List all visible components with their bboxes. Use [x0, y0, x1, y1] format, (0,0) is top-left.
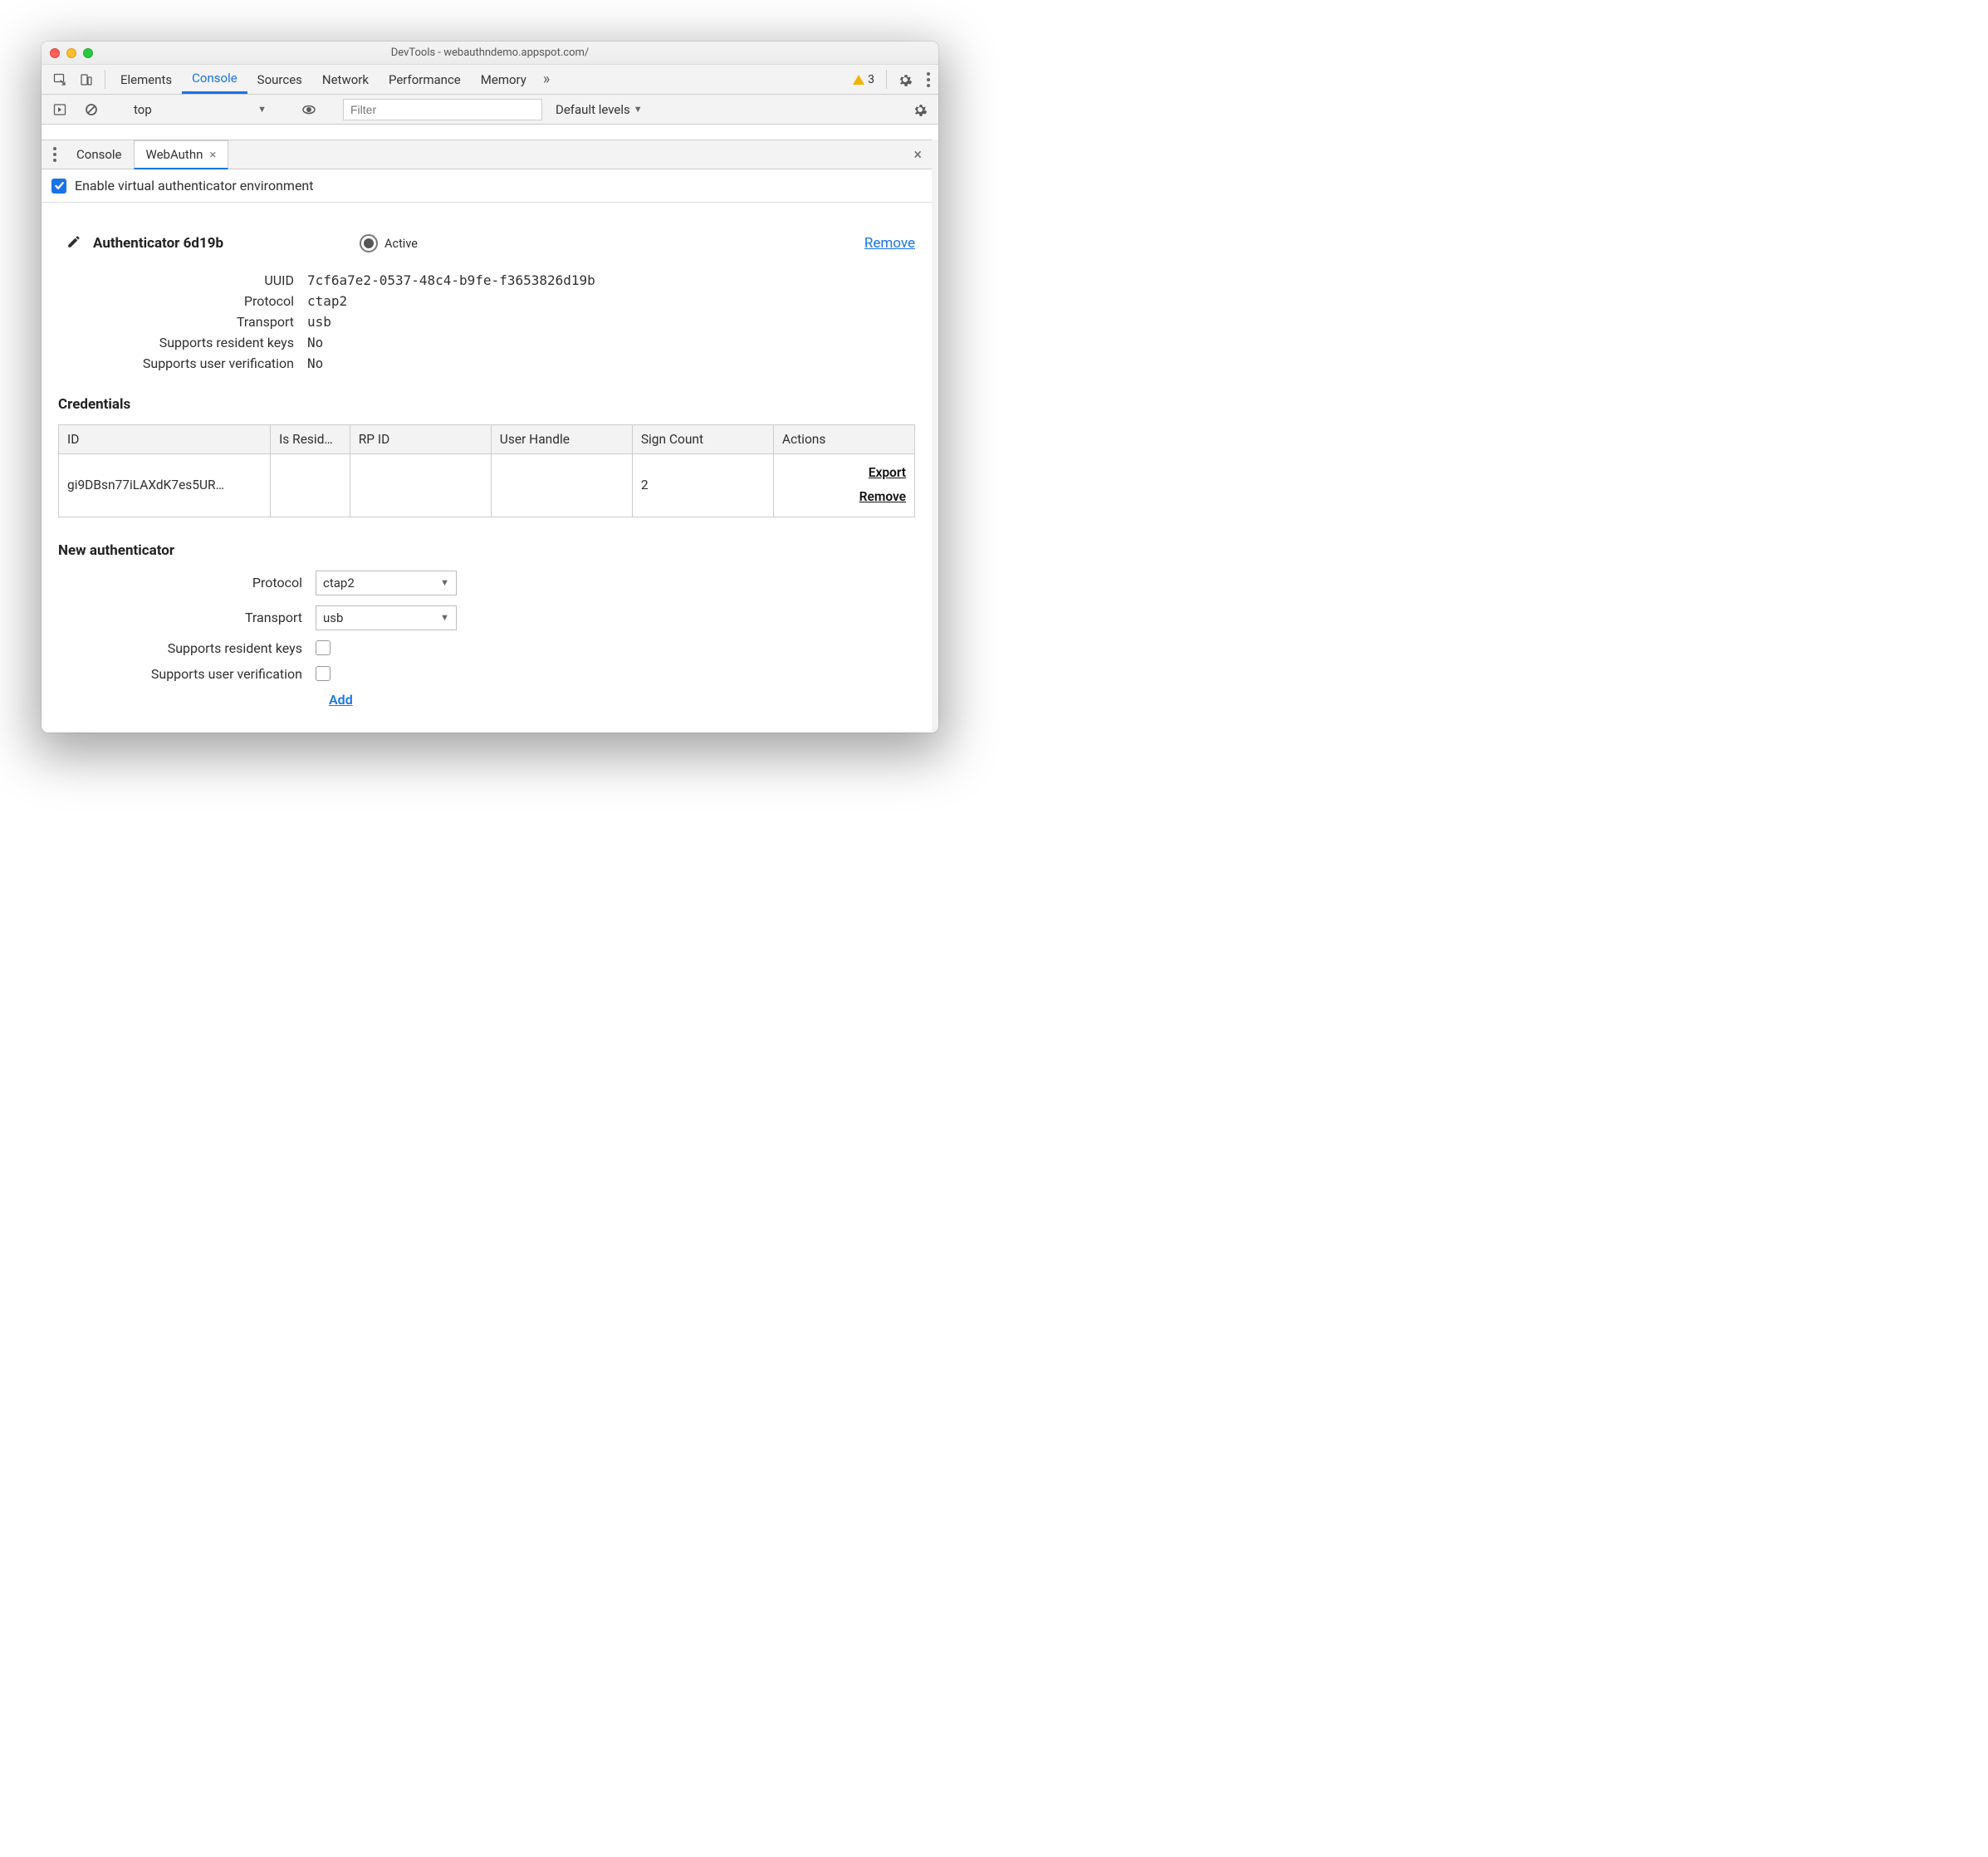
credentials-heading: Credentials: [58, 396, 915, 413]
authenticator-name: Authenticator 6d19b: [93, 235, 223, 252]
close-tab-icon[interactable]: ×: [209, 147, 216, 162]
main-tabs: Elements Console Sources Network Perform…: [42, 65, 938, 95]
context-select[interactable]: top ▼: [125, 100, 275, 119]
cred-actions: Export Remove: [773, 454, 914, 517]
protocol-value: ctap2: [307, 293, 347, 309]
device-toolbar-icon[interactable]: [73, 65, 100, 94]
cred-sign-count: 2: [632, 454, 773, 517]
titlebar: DevTools - webauthndemo.appspot.com/: [42, 42, 938, 65]
live-expression-icon[interactable]: [296, 103, 322, 116]
new-srk-label: Supports resident keys: [58, 640, 316, 656]
radio-icon: [360, 234, 378, 252]
new-transport-select[interactable]: usb ▼: [316, 605, 457, 630]
console-toolbar: top ▼ Default levels ▼: [42, 95, 938, 125]
cred-id: gi9DBsn77iLAXdK7es5UR…: [59, 454, 271, 517]
suv-value: No: [307, 355, 323, 371]
drawer-menu-icon[interactable]: [45, 140, 65, 169]
new-srk-checkbox[interactable]: [316, 640, 331, 655]
warning-count: 3: [868, 73, 874, 86]
warning-icon: [853, 75, 864, 85]
sidebar-toggle-icon[interactable]: [47, 103, 73, 116]
uuid-label: UUID: [58, 272, 307, 288]
srk-value: No: [307, 335, 323, 350]
new-suv-label: Supports user verification: [58, 666, 316, 682]
clear-console-icon[interactable]: [78, 103, 105, 116]
th-is-resident[interactable]: Is Resid…: [271, 425, 350, 454]
cred-user-handle: [491, 454, 632, 517]
authenticator-header: Authenticator 6d19b Active Remove: [66, 234, 915, 252]
minimize-window-button[interactable]: [66, 48, 76, 58]
tab-network[interactable]: Network: [312, 65, 379, 94]
transport-label: Transport: [58, 314, 307, 330]
edit-icon[interactable]: [66, 234, 81, 252]
drawer-tab-webauthn[interactable]: WebAuthn ×: [134, 140, 229, 169]
window-title: DevTools - webauthndemo.appspot.com/: [42, 47, 938, 59]
close-window-button[interactable]: [50, 48, 60, 58]
enable-label: Enable virtual authenticator environment: [75, 178, 314, 194]
filter-input[interactable]: [343, 99, 542, 120]
new-suv-checkbox[interactable]: [316, 666, 331, 681]
webauthn-panel: Authenticator 6d19b Active Remove UUID7c…: [42, 203, 932, 733]
drawer-tab-console[interactable]: Console: [65, 140, 134, 169]
settings-icon[interactable]: [892, 65, 918, 94]
active-label: Active: [384, 237, 418, 251]
inspect-element-icon[interactable]: [47, 65, 73, 94]
tab-elements[interactable]: Elements: [110, 65, 182, 94]
more-tabs-icon[interactable]: »: [536, 65, 556, 94]
transport-value: usb: [307, 314, 331, 330]
chevron-down-icon: ▼: [440, 577, 449, 588]
new-protocol-select[interactable]: ctap2 ▼: [316, 571, 457, 595]
log-levels-select[interactable]: Default levels ▼: [547, 102, 651, 117]
chevron-down-icon: ▼: [634, 104, 643, 115]
drawer-tabs: Console WebAuthn × ×: [42, 140, 932, 169]
credentials-table: ID Is Resid… RP ID User Handle Sign Coun…: [58, 424, 915, 517]
enable-checkbox[interactable]: [51, 179, 66, 194]
new-protocol-value: ctap2: [323, 576, 355, 590]
credential-row: gi9DBsn77iLAXdK7es5UR… 2 Export Remove: [59, 454, 915, 517]
remove-authenticator-link[interactable]: Remove: [864, 235, 915, 252]
suv-label: Supports user verification: [58, 355, 307, 371]
close-drawer-icon[interactable]: ×: [903, 140, 932, 169]
th-id[interactable]: ID: [59, 425, 271, 454]
enable-virtual-authenticator-row: Enable virtual authenticator environment: [42, 169, 932, 203]
traffic-lights: [50, 48, 93, 58]
srk-label: Supports resident keys: [58, 335, 307, 350]
active-radio[interactable]: Active: [360, 234, 418, 252]
tab-performance[interactable]: Performance: [379, 65, 471, 94]
th-user-handle[interactable]: User Handle: [491, 425, 632, 454]
cred-rp-id: [350, 454, 491, 517]
chevron-down-icon: ▼: [440, 612, 449, 623]
add-authenticator-link[interactable]: Add: [329, 692, 353, 708]
new-authenticator-heading: New authenticator: [58, 542, 915, 559]
th-actions: Actions: [773, 425, 914, 454]
export-credential-link[interactable]: Export: [782, 461, 906, 485]
warnings-badge[interactable]: 3: [846, 65, 881, 94]
chevron-down-icon: ▼: [257, 104, 267, 115]
tab-sources[interactable]: Sources: [247, 65, 312, 94]
tab-memory[interactable]: Memory: [471, 65, 536, 94]
cred-is-resident: [271, 454, 350, 517]
remove-credential-link[interactable]: Remove: [782, 485, 906, 509]
new-protocol-label: Protocol: [58, 575, 316, 590]
th-rp-id[interactable]: RP ID: [350, 425, 491, 454]
new-transport-value: usb: [323, 610, 343, 625]
customize-menu-icon[interactable]: [918, 65, 938, 94]
console-settings-icon[interactable]: [907, 103, 933, 116]
tab-console[interactable]: Console: [182, 65, 247, 94]
new-transport-label: Transport: [58, 610, 316, 625]
context-value: top: [134, 102, 152, 117]
protocol-label: Protocol: [58, 293, 307, 309]
zoom-window-button[interactable]: [83, 48, 93, 58]
th-sign-count[interactable]: Sign Count: [632, 425, 773, 454]
uuid-value: 7cf6a7e2-0537-48c4-b9fe-f3653826d19b: [307, 272, 595, 288]
levels-label: Default levels: [556, 102, 630, 117]
